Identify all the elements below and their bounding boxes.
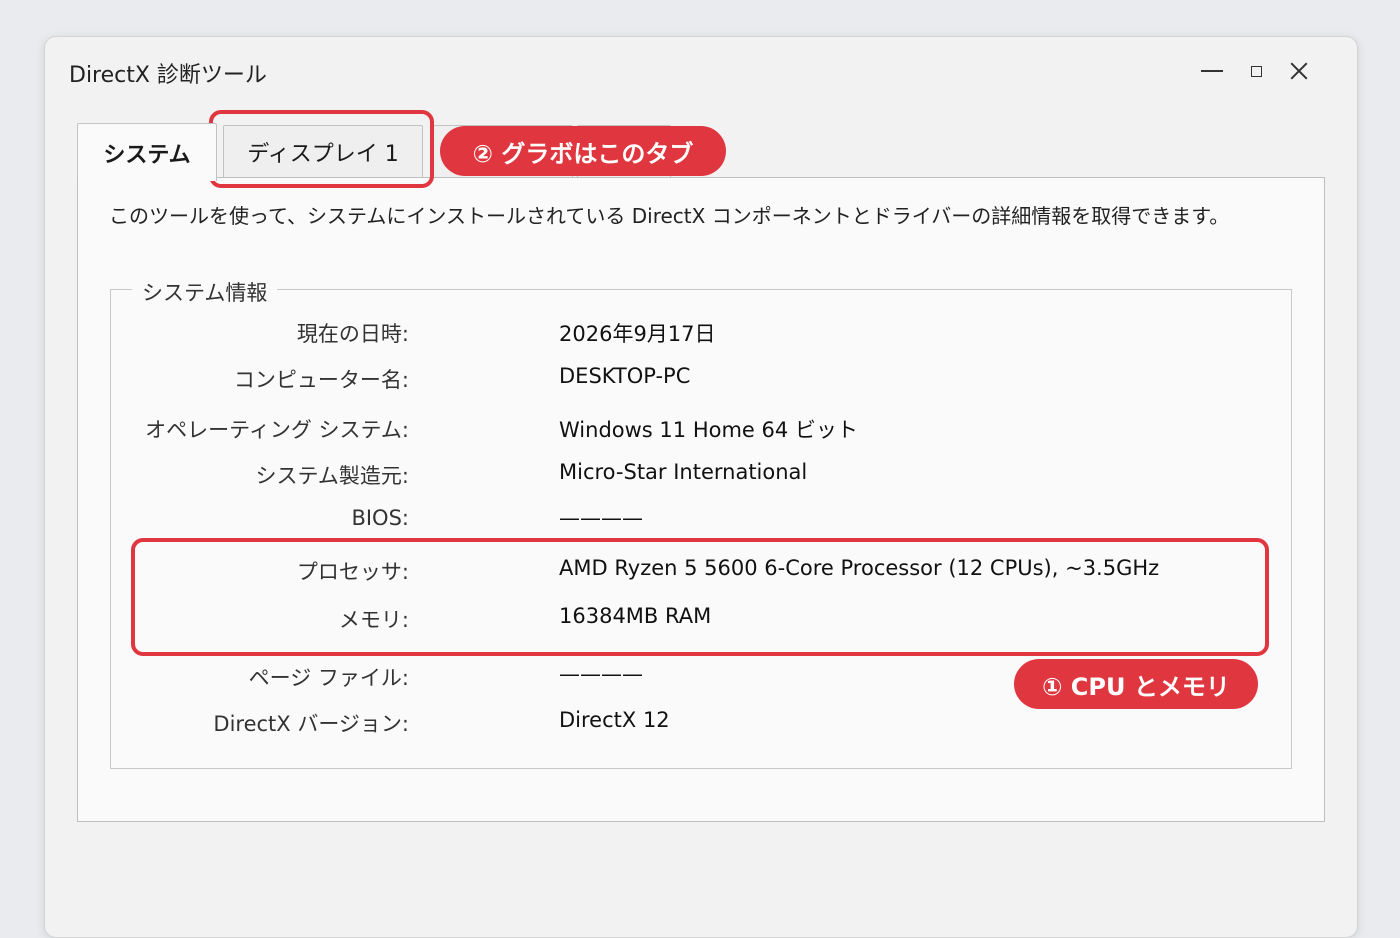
info-label: 現在の日時: [296,322,409,346]
info-label: メモリ: [338,608,409,632]
info-label: コンピューター名: [233,368,409,392]
system-info-legend: システム情報 [132,277,278,307]
info-value: Micro-Star International [559,460,808,484]
info-value: ———— [559,506,643,530]
minimize-icon[interactable] [1191,51,1231,91]
info-value: DESKTOP-PC [559,364,691,388]
info-label: BIOS: [351,506,409,530]
maximize-icon[interactable] [1237,51,1277,91]
tab-system[interactable]: システム [77,123,217,181]
info-value: 2026年9月17日 [559,322,716,346]
intro-text: このツールを使って、システムにインストールされている DirectX コンポーネ… [109,204,1230,228]
cpu-memory-annotation: ① CPU とメモリ [1014,659,1258,709]
info-row-directx-version: DirectX バージョン: DirectX 12 [111,708,1291,738]
info-row-datetime: 現在の日時: 2026年9月17日 [111,318,1291,348]
info-label: ページ ファイル: [248,666,409,690]
info-label: プロセッサ: [296,560,409,584]
info-row-processor: プロセッサ: AMD Ryzen 5 5600 6-Core Processor… [111,556,1291,586]
tab-system-label: システム [103,142,191,168]
info-label: システム製造元: [255,464,409,488]
info-row-memory: メモリ: 16384MB RAM [111,604,1291,634]
info-label: オペレーティング システム: [145,418,409,442]
info-row-bios: BIOS: ———— [111,506,1291,536]
tab-display-1-label: ディスプレイ 1 [247,141,399,167]
info-row-computer-name: コンピューター名: DESKTOP-PC [111,364,1291,394]
info-value: Windows 11 Home 64 ビット [559,418,858,442]
window-title: DirectX 診断ツール [69,63,267,88]
gpu-tab-annotation: ② グラボはこのタブ [440,126,726,176]
info-value: ———— [559,662,643,686]
close-icon[interactable] [1279,51,1319,91]
info-label: DirectX バージョン: [213,712,409,736]
info-row-manufacturer: システム製造元: Micro-Star International [111,460,1291,490]
info-value: DirectX 12 [559,708,670,732]
tab-display-1[interactable]: ディスプレイ 1 [223,125,423,177]
info-row-os: オペレーティング システム: Windows 11 Home 64 ビット [111,414,1291,444]
info-value: 16384MB RAM [559,604,712,628]
info-value: AMD Ryzen 5 5600 6-Core Processor (12 CP… [559,556,1160,580]
